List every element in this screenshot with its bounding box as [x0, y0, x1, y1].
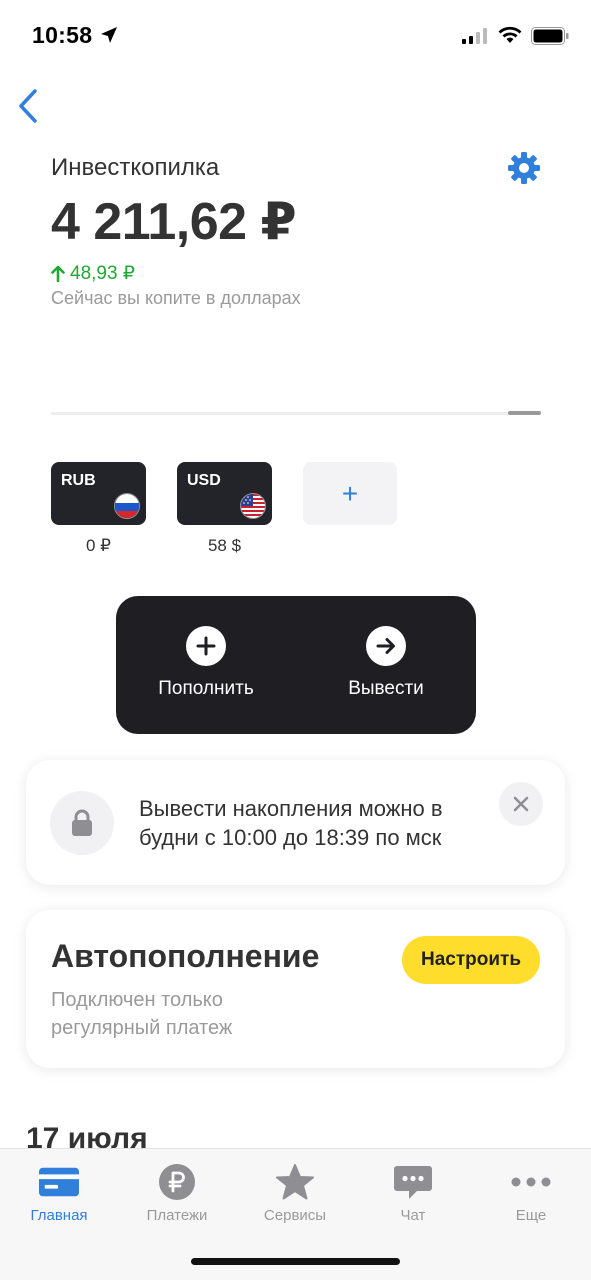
tab-chat[interactable]: Чат: [354, 1149, 472, 1239]
tab-label: Платежи: [146, 1207, 208, 1224]
plus-icon: +: [341, 477, 359, 509]
currency-card-usd[interactable]: USD: [177, 462, 272, 525]
cellular-signal-icon: [462, 28, 487, 44]
balance-change-value: 48,93 ₽: [70, 263, 135, 284]
card-icon: [39, 1162, 79, 1202]
battery-icon: [531, 27, 569, 45]
notice-text: Вывести накопления можно в будни с 10:00…: [139, 794, 477, 852]
balance-amount: 4 211,62 ₽: [51, 193, 297, 251]
usa-flag-icon: [240, 493, 266, 519]
balance-change: 48,93 ₽: [51, 262, 135, 285]
tab-label: Еще: [515, 1207, 547, 1224]
gear-icon: [508, 152, 540, 184]
arrow-right-icon: [366, 626, 406, 666]
back-button[interactable]: [8, 84, 48, 128]
status-bar: 10:58: [0, 0, 591, 72]
withdrawal-hours-notice: Вывести накопления можно в будни с 10:00…: [26, 760, 565, 885]
settings-button[interactable]: [506, 150, 542, 186]
withdraw-button[interactable]: Вывести: [296, 596, 476, 734]
notice-line-1: Вывести накопления можно в: [139, 796, 443, 821]
chart-baseline: [51, 412, 541, 415]
tab-services[interactable]: Сервисы: [236, 1149, 354, 1239]
tab-home[interactable]: Главная: [0, 1149, 118, 1239]
page-title: Инвесткопилка: [51, 154, 220, 181]
arrow-up-icon: [51, 265, 65, 282]
chart-period-marker[interactable]: [508, 411, 541, 415]
chat-icon: [393, 1162, 433, 1202]
home-indicator[interactable]: [191, 1258, 400, 1265]
currency-amount-rub: 0 ₽: [86, 536, 111, 555]
notice-line-2: будни с 10:00 до 18:39 по мск: [139, 825, 442, 850]
ruble-icon: [157, 1162, 197, 1202]
currency-code: RUB: [61, 472, 96, 489]
plus-circle-icon: [186, 626, 226, 666]
location-arrow-icon: [101, 27, 117, 43]
status-time: 10:58: [32, 22, 93, 48]
actions-panel: Пополнить Вывести: [116, 596, 476, 734]
tab-label: Сервисы: [263, 1207, 327, 1224]
add-currency-button[interactable]: +: [303, 462, 397, 525]
autopay-setup-button[interactable]: Настроить: [402, 936, 540, 984]
tab-label: Главная: [30, 1207, 88, 1224]
withdraw-label: Вывести: [348, 678, 424, 699]
wifi-icon: [498, 26, 522, 43]
lock-icon: [50, 791, 114, 855]
russia-flag-icon: [114, 493, 140, 519]
star-icon: [275, 1162, 315, 1202]
tab-more[interactable]: Еще: [472, 1149, 590, 1239]
autopay-title: Автопополнение: [51, 938, 320, 974]
deposit-label: Пополнить: [158, 678, 254, 699]
close-icon: [513, 796, 529, 812]
close-notice-button[interactable]: [499, 782, 543, 826]
tab-payments[interactable]: Платежи: [118, 1149, 236, 1239]
currency-code: USD: [187, 472, 221, 489]
deposit-button[interactable]: Пополнить: [116, 596, 296, 734]
savings-currency-note: Сейчас вы копите в долларах: [51, 288, 301, 308]
tab-label: Чат: [400, 1207, 426, 1224]
currency-amount-usd: 58 $: [207, 536, 242, 555]
chevron-left-icon: [19, 89, 37, 123]
autopay-card: Автопополнение Подключен только регулярн…: [26, 910, 565, 1068]
more-icon: [511, 1162, 551, 1202]
currency-card-rub[interactable]: RUB: [51, 462, 146, 525]
autopay-description: Подключен только регулярный платеж: [51, 989, 233, 1039]
